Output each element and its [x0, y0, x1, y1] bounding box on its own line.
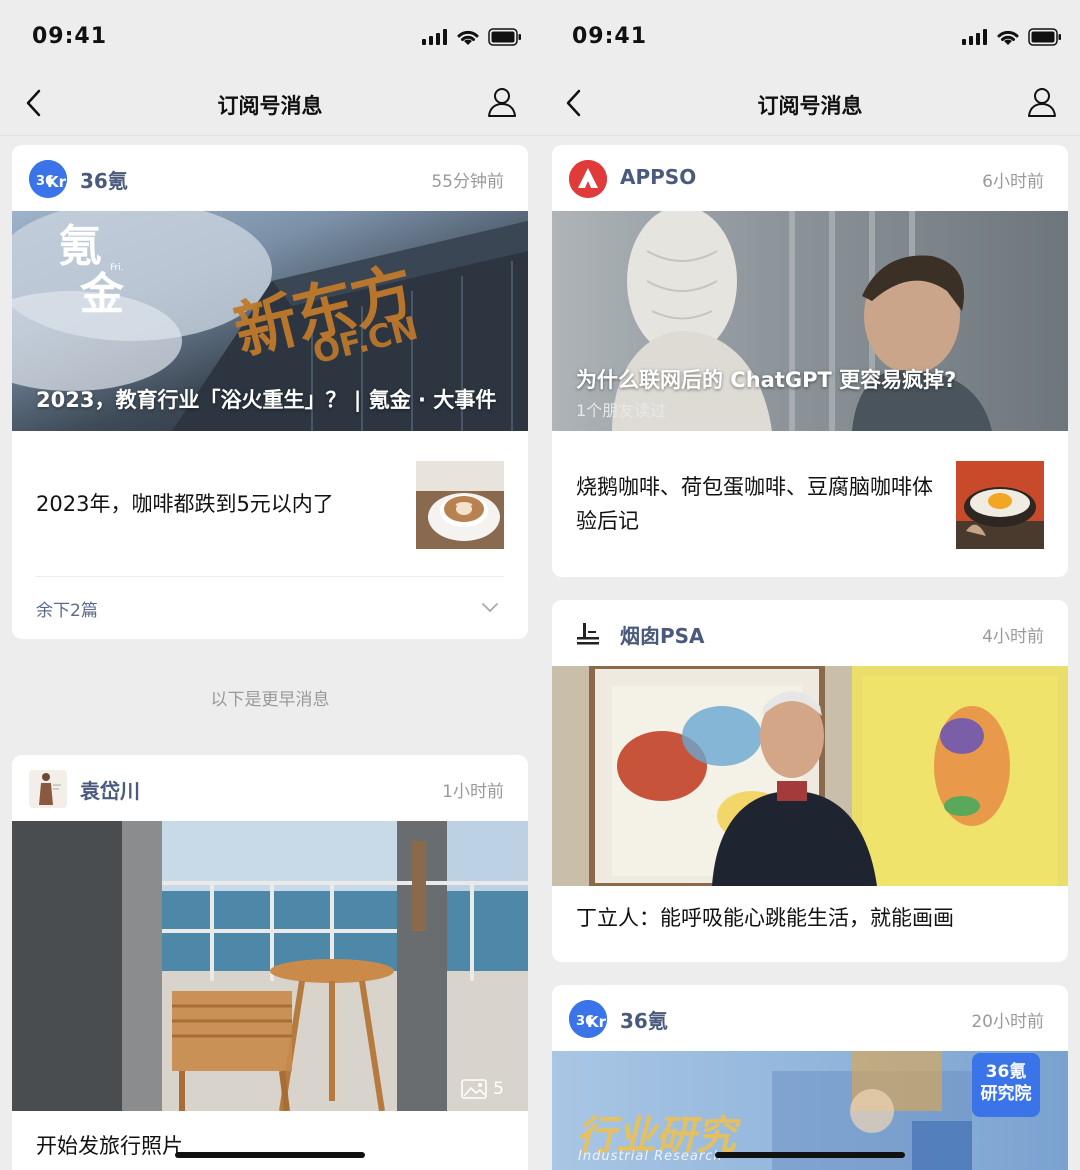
- photo-count-badge: 5: [461, 1079, 504, 1099]
- account-name[interactable]: 袁岱川: [80, 775, 140, 804]
- image-icon: [461, 1079, 487, 1099]
- article-card-36kr-research[interactable]: 36 Kr 36氪 20小时前 行业研究 Industrial Research …: [552, 985, 1068, 1170]
- article-thumbnail[interactable]: [956, 461, 1044, 549]
- status-bar: 09:41: [540, 0, 1080, 80]
- card-header: 烟囱PSA 4小时前: [552, 600, 1068, 666]
- left-screen: 09:41 订阅号消息 36 Kr 36氪 55分钟前 新东方 OF.CN 氪 …: [0, 0, 540, 1170]
- article-thumbnail[interactable]: [416, 461, 504, 549]
- hero-image[interactable]: 新东方 OF.CN 氪 金 Fri. 2023，教育行业「浴火重生」？ | 氪金…: [12, 211, 528, 431]
- account-name[interactable]: 36氪: [620, 1005, 668, 1034]
- article-card-appso[interactable]: APPSO 6小时前 为什么联网后的 ChatGPT 更容易疯掉? 1个朋友读过…: [552, 145, 1068, 577]
- status-time: 09:41: [572, 24, 648, 49]
- card-header: 36 Kr 36氪 55分钟前: [12, 145, 528, 211]
- home-indicator[interactable]: [175, 1152, 365, 1158]
- account-avatar-yancong[interactable]: [569, 615, 607, 653]
- hero-image[interactable]: 为什么联网后的 ChatGPT 更容易疯掉? 1个朋友读过: [552, 211, 1068, 431]
- article-row[interactable]: 2023年，咖啡都跌到5元以内了: [12, 431, 528, 576]
- battery-icon: [488, 28, 521, 46]
- chevron-down-icon[interactable]: [482, 603, 498, 613]
- travel-photo[interactable]: 5: [12, 821, 528, 1111]
- account-name[interactable]: 烟囱PSA: [620, 620, 705, 649]
- account-avatar-36kr[interactable]: 36 Kr: [29, 160, 67, 198]
- article-row[interactable]: 烧鹅咖啡、荷包蛋咖啡、豆腐脑咖啡体验后记: [552, 431, 1068, 576]
- signal-icon: [962, 29, 987, 45]
- article-title[interactable]: 2023年，咖啡都跌到5元以内了: [36, 487, 398, 521]
- status-icons: [422, 28, 522, 46]
- balcony-sea-image: [12, 821, 528, 1111]
- column-logo: 氪 金 Fri.: [58, 223, 124, 319]
- earlier-messages-label: 以下是更早消息: [210, 690, 330, 710]
- research-badge-line1: 36氪: [985, 1062, 1027, 1082]
- post-time: 20小时前: [971, 1012, 1044, 1032]
- remaining-articles-toggle[interactable]: 余下2篇: [36, 596, 98, 621]
- article-title[interactable]: 烧鹅咖啡、荷包蛋咖啡、豆腐脑咖啡体验后记: [576, 470, 938, 538]
- account-name[interactable]: APPSO: [620, 165, 696, 189]
- page-title: 订阅号消息: [217, 94, 323, 118]
- right-screen: 09:41 订阅号消息 APPSO 6小时前 为什么联网后的 ChatGPT 更…: [540, 0, 1080, 1170]
- article-title[interactable]: 丁立人：能呼吸能心跳能生活，就能画画: [576, 902, 954, 932]
- account-name[interactable]: 36氪: [80, 165, 128, 194]
- status-icons: [962, 28, 1062, 46]
- friends-read-count: 1个朋友读过: [576, 401, 667, 420]
- card-header: 36 Kr 36氪 20小时前: [552, 985, 1068, 1051]
- hero-article-title[interactable]: 为什么联网后的 ChatGPT 更容易疯掉?: [576, 364, 1038, 397]
- column-logo-char2: 金: [80, 269, 124, 320]
- article-card-yancong-psa[interactable]: 烟囱PSA 4小时前 丁立人：能呼吸能心跳能生活，就能画画: [552, 600, 1068, 962]
- 36kr-logo-icon: 36Kr: [569, 1000, 607, 1038]
- svg-text:Kr: Kr: [47, 173, 67, 191]
- post-time: 4小时前: [982, 627, 1044, 647]
- profile-button[interactable]: [486, 86, 518, 118]
- page-title: 订阅号消息: [757, 94, 863, 118]
- status-bar: 09:41: [0, 0, 540, 80]
- svg-text:Kr: Kr: [587, 1013, 607, 1031]
- profile-icon: [1028, 88, 1056, 117]
- research-badge: 36氪 研究院: [972, 1053, 1040, 1117]
- status-time: 09:41: [32, 24, 108, 49]
- signal-icon: [422, 29, 447, 45]
- article-card-36kr[interactable]: 36 Kr 36氪 55分钟前 新东方 OF.CN 氪 金 Fri. 2023，…: [12, 145, 528, 639]
- research-badge-line2: 研究院: [980, 1084, 1032, 1104]
- card-header: APPSO 6小时前: [552, 145, 1068, 211]
- home-indicator[interactable]: [715, 1152, 905, 1158]
- article-card-yuandaichuan[interactable]: 袁岱川 1小时前 5 开始发旅行照片: [12, 755, 528, 1170]
- hero-research-sub: Industrial Research: [578, 1149, 723, 1164]
- account-avatar-36kr[interactable]: 36 Kr: [569, 1000, 607, 1038]
- chimney-icon: [577, 623, 599, 645]
- account-avatar-yuandaichuan[interactable]: [29, 770, 67, 808]
- 36kr-logo-icon: 36Kr: [29, 160, 67, 198]
- profile-icon: [488, 88, 516, 117]
- column-logo-small: Fri.: [110, 263, 124, 273]
- card-header: 袁岱川 1小时前: [12, 755, 528, 821]
- hero-image[interactable]: [552, 666, 1068, 886]
- person-figure-icon: [39, 773, 61, 805]
- nav-bar: 订阅号消息: [0, 70, 540, 136]
- profile-button[interactable]: [1026, 86, 1058, 118]
- post-time: 55分钟前: [431, 172, 504, 192]
- artist-portrait-image: [552, 666, 1068, 886]
- wifi-icon: [997, 30, 1019, 45]
- wifi-icon: [457, 30, 479, 45]
- card-divider: [36, 576, 504, 577]
- post-time: 6小时前: [982, 172, 1044, 192]
- battery-icon: [1028, 28, 1061, 46]
- egg-coffee-image: [956, 461, 1044, 549]
- account-avatar-appso[interactable]: [569, 160, 607, 198]
- post-title[interactable]: 开始发旅行照片: [36, 1130, 183, 1160]
- nav-bar: 订阅号消息: [540, 70, 1080, 136]
- coffee-cup-image: [416, 461, 504, 549]
- photo-count: 5: [493, 1079, 504, 1099]
- post-time: 1小时前: [442, 782, 504, 802]
- hero-article-title[interactable]: 2023，教育行业「浴火重生」？ | 氪金 · 大事件: [36, 384, 498, 417]
- appso-logo-icon: [569, 160, 607, 198]
